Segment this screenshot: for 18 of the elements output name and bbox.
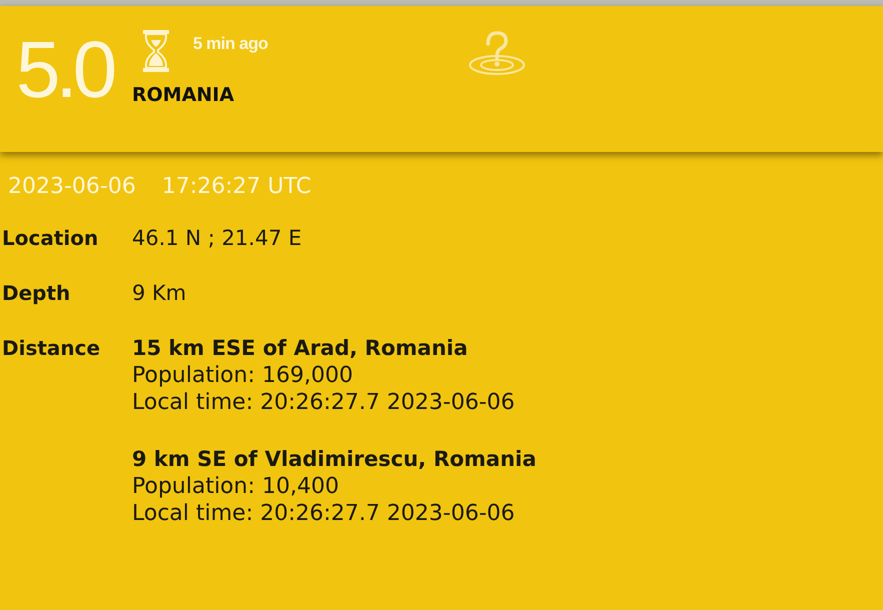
place-name: 15 km ESE of Arad, Romania: [132, 335, 469, 362]
event-time: 17:26:27 UTC: [162, 174, 312, 199]
magnitude-value: 5.0: [16, 30, 114, 110]
population-text: Population: 169,000: [132, 362, 354, 389]
place-name: 9 km SE of Vladimirescu, Romania: [132, 446, 538, 473]
population-text: Population: 10,400: [132, 473, 340, 500]
detail-value: 46.1 N ; 21.47 E: [132, 225, 303, 252]
region-name: ROMANIA: [132, 84, 236, 106]
local-time-text: Local time: 20:26:27.7 2023-06-06: [132, 500, 516, 527]
event-date: 2023-06-06: [8, 174, 136, 199]
time-ago-text: 5 min ago: [193, 34, 268, 54]
detail-value: 9 Km: [132, 280, 188, 307]
detail-label: Depth: [2, 280, 72, 307]
hourglass-icon: [143, 30, 169, 72]
detail-label: Distance: [2, 335, 102, 362]
help-icon[interactable]: [468, 30, 526, 76]
detail-label: Location: [2, 225, 100, 252]
local-time-text: Local time: 20:26:27.7 2023-06-06: [132, 389, 516, 416]
